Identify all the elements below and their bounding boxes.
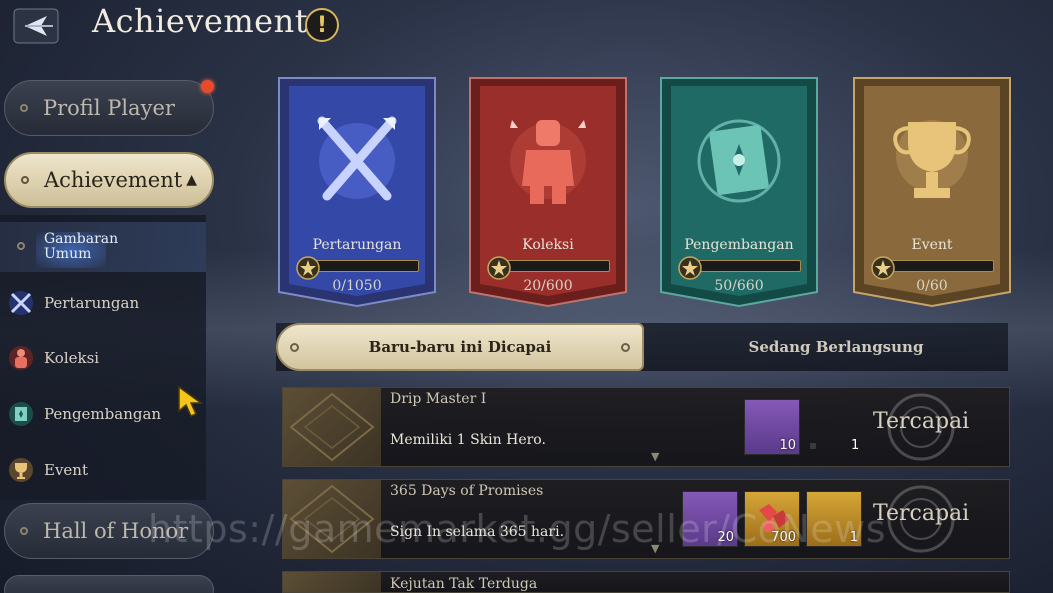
- trophy-icon: [6, 455, 36, 485]
- back-button[interactable]: [10, 6, 62, 46]
- tab-label: Sedang Berlangsung: [748, 338, 924, 356]
- sidebar-item-label: Profil Player: [43, 96, 175, 120]
- category-progress-count: 50/660: [714, 278, 764, 294]
- category-progress-bar: [309, 260, 419, 272]
- star-icon: [296, 256, 320, 280]
- reward-placeholder: [810, 443, 816, 449]
- sidebar-subitem-pengembangan[interactable]: Pengembangan: [0, 389, 206, 439]
- category-label: Koleksi: [522, 237, 574, 253]
- category-banner-pengembangan[interactable]: Pengembangan 50/660: [657, 76, 821, 308]
- tab-label: Baru-baru ini Dicapai: [368, 338, 552, 356]
- sidebar-item-achievement[interactable]: Achievement ▲: [4, 152, 214, 208]
- bullet-icon: [21, 176, 29, 184]
- expand-chevron-icon[interactable]: ▼: [651, 450, 659, 463]
- notification-dot: [201, 80, 214, 93]
- achievement-title: Drip Master I: [390, 391, 487, 407]
- star-icon: [871, 256, 895, 280]
- star-icon: [678, 256, 702, 280]
- achievement-row[interactable]: Kejutan Tak Terduga: [282, 571, 1010, 593]
- sidebar-subitem-label: Pengembangan: [44, 405, 162, 423]
- sidebar-subitem-label: Koleksi: [44, 349, 100, 367]
- category-label: Pertarungan: [312, 237, 402, 253]
- reward-item[interactable]: 10: [744, 399, 800, 455]
- achievement-status: Tercapai: [873, 409, 970, 434]
- exclamation-icon[interactable]: !: [305, 8, 339, 42]
- bullet-icon: [290, 343, 299, 352]
- achievement-thumbnail: [283, 572, 381, 592]
- crossed-swords-icon: [317, 116, 397, 201]
- sidebar-subitem-label: Event: [44, 461, 88, 479]
- category-banner-event[interactable]: Event 0/60: [850, 76, 1014, 308]
- book-icon: [697, 119, 781, 203]
- sidebar-subitem-label: Gambaran Umum: [44, 231, 119, 262]
- knight-icon: [6, 343, 36, 373]
- sidebar-item-label: Achievement: [44, 168, 183, 192]
- achievement-title: Kejutan Tak Terduga: [390, 576, 538, 592]
- trophy-icon: [893, 120, 971, 198]
- sidebar-item-profil-player[interactable]: Profil Player: [4, 80, 214, 136]
- knight-icon: [510, 120, 586, 204]
- sidebar-subitem-koleksi[interactable]: Koleksi: [0, 333, 206, 383]
- tab-recently-achieved[interactable]: Baru-baru ini Dicapai: [276, 323, 644, 371]
- bullet-icon: [621, 343, 630, 352]
- reward-quantity: 1: [851, 438, 860, 453]
- bullet-icon: [17, 242, 25, 250]
- achievement-description: Memiliki 1 Skin Hero.: [390, 432, 546, 448]
- category-banner-pertarungan[interactable]: Pertarungan 0/1050: [275, 76, 439, 308]
- bullet-icon: [20, 527, 28, 535]
- tab-ongoing[interactable]: Sedang Berlangsung: [650, 323, 1022, 371]
- sidebar-item-next[interactable]: [4, 575, 214, 593]
- category-progress-count: 20/600: [523, 278, 573, 294]
- sidebar-subitem-label: Pertarungan: [44, 294, 140, 312]
- achievement-row[interactable]: Drip Master I Memiliki 1 Skin Hero. ▼ 10…: [282, 387, 1010, 467]
- caret-up-icon: ▲: [186, 172, 197, 188]
- category-progress-count: 0/1050: [332, 278, 382, 294]
- sidebar-subitem-overview[interactable]: Gambaran Umum: [0, 222, 206, 272]
- reward-quantity: 10: [779, 438, 796, 453]
- page-title: Achievement: [92, 2, 309, 40]
- category-banner-koleksi[interactable]: Koleksi 20/600: [466, 76, 630, 308]
- category-label: Event: [911, 237, 953, 253]
- achievement-thumbnail: [283, 388, 381, 466]
- category-progress-bar: [691, 260, 801, 272]
- mouse-cursor-icon: [178, 385, 204, 417]
- crossed-swords-icon: [6, 288, 36, 318]
- sidebar-subitem-event[interactable]: Event: [0, 445, 206, 495]
- watermark-text: https://gamemarket.gg/seller/CoNews: [148, 507, 887, 551]
- category-label: Pengembangan: [684, 237, 794, 253]
- star-icon: [487, 256, 511, 280]
- category-progress-bar: [884, 260, 994, 272]
- category-progress-bar: [500, 260, 610, 272]
- achievement-title: 365 Days of Promises: [390, 483, 544, 499]
- achievement-status: Tercapai: [873, 501, 970, 526]
- category-progress-count: 0/60: [916, 278, 948, 294]
- back-arrow-icon: [13, 8, 59, 44]
- sidebar-subitem-pertarungan[interactable]: Pertarungan: [0, 278, 206, 328]
- bullet-icon: [20, 104, 28, 112]
- book-icon: [6, 399, 36, 429]
